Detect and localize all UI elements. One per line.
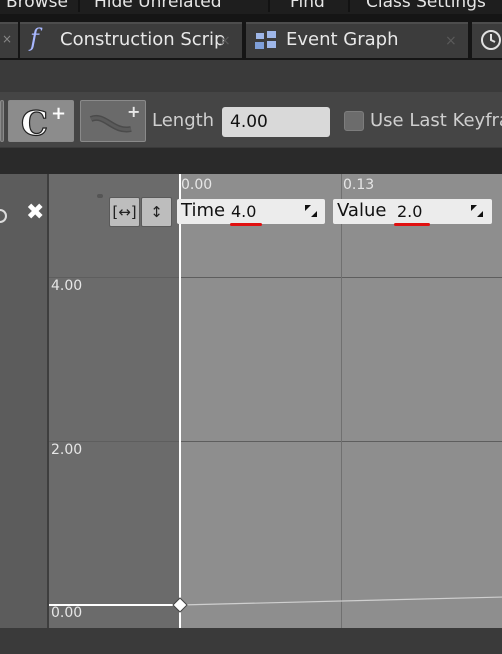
external-curve-icon: +: [89, 103, 140, 133]
tab-partial-left[interactable]: ×: [0, 22, 18, 58]
length-label: Length: [152, 110, 215, 131]
add-float-curve-button[interactable]: +: [80, 100, 146, 142]
top-menu-strip: Browse Hide Unrelated Find Class Setting…: [0, 0, 502, 14]
svg-text:+: +: [127, 103, 140, 121]
close-icon[interactable]: ×: [2, 32, 12, 46]
clock-icon: [481, 30, 501, 50]
svg-text:+: +: [51, 103, 66, 124]
tab-label: Event Graph: [286, 29, 399, 50]
add-curve-button[interactable]: C +: [8, 100, 74, 142]
tab-label: Construction Scrip: [60, 29, 226, 50]
menu-divider: [78, 0, 80, 12]
tab-event-graph[interactable]: Event Graph ×: [246, 22, 468, 58]
bottom-bar: [0, 628, 502, 654]
curve-line: [49, 596, 502, 613]
menu-divider: [268, 0, 270, 12]
use-last-keyframe-label: Use Last Keyfran: [370, 110, 502, 131]
find-button[interactable]: Find: [290, 0, 325, 12]
menu-divider: [348, 0, 350, 12]
event-graph-icon: [255, 31, 276, 49]
close-icon[interactable]: ×: [445, 33, 457, 49]
use-last-keyframe-checkbox[interactable]: [344, 111, 364, 131]
browse-button[interactable]: Browse: [6, 0, 68, 12]
tab-construction-script[interactable]: f Construction Scrip ×: [20, 22, 242, 58]
keyframe-icon[interactable]: [0, 206, 12, 226]
keyframe-point[interactable]: [172, 597, 188, 613]
hide-unrelated-button[interactable]: Hide Unrelated: [94, 0, 222, 12]
curve-add-icon: C +: [20, 103, 66, 141]
delete-track-icon[interactable]: ✖: [26, 200, 44, 225]
function-icon: f: [30, 24, 39, 52]
track-panel: ✖: [0, 174, 47, 628]
tab-timeline[interactable]: [472, 22, 502, 58]
toolbar-button-partial[interactable]: [0, 100, 4, 142]
curve-graph[interactable]: 0.00 0.13 4.00 2.00 0.00 [↔] ↕ Time 4.0 …: [47, 174, 502, 628]
close-icon[interactable]: ×: [219, 33, 231, 49]
length-input[interactable]: [222, 107, 330, 137]
svg-text:C: C: [21, 104, 48, 141]
track-header-bar: [0, 148, 502, 174]
class-settings-button[interactable]: Class Settings: [366, 0, 486, 12]
